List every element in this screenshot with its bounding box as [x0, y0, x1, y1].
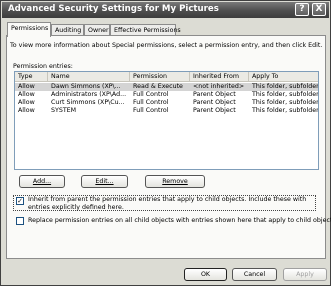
permission-entries-list[interactable]: Type Name Permission Inherited From Appl…: [14, 71, 319, 170]
window-title: Advanced Security Settings for My Pictur…: [8, 4, 219, 14]
cell-permission: Full Control: [133, 99, 169, 106]
table-row[interactable]: Allow Administrators (XP\Ad... Full Cont…: [15, 91, 318, 99]
cell-permission: Read & Execute: [133, 83, 183, 90]
column-header-apply-to[interactable]: Apply To: [249, 72, 318, 82]
advanced-security-dialog: Advanced Security Settings for My Pictur…: [0, 0, 331, 286]
title-bar[interactable]: Advanced Security Settings for My Pictur…: [2, 2, 329, 18]
cell-type: Allow: [18, 99, 35, 106]
cell-name: Curt Simmons (XP\Cu...: [51, 99, 125, 106]
table-row[interactable]: Allow Dawn Simmons (XP\... Read & Execut…: [15, 83, 318, 91]
cell-apply-to: This folder, subfolders...: [252, 107, 318, 114]
close-icon[interactable]: X: [312, 3, 326, 16]
table-row[interactable]: Allow Curt Simmons (XP\Cu... Full Contro…: [15, 99, 318, 107]
apply-button[interactable]: Apply: [283, 268, 327, 281]
cell-permission: Full Control: [133, 91, 169, 98]
cell-permission: Full Control: [133, 107, 169, 114]
cell-inherited-from: <not inherited>: [193, 83, 245, 90]
cell-name: SYSTEM: [51, 107, 77, 114]
add-button-label: Add...: [32, 178, 52, 185]
cancel-button[interactable]: Cancel: [232, 268, 277, 281]
remove-button[interactable]: Remove: [145, 175, 205, 188]
cell-type: Allow: [18, 83, 35, 90]
help-icon[interactable]: ?: [295, 3, 309, 16]
cell-type: Allow: [18, 107, 35, 114]
cell-inherited-from: Parent Object: [193, 99, 236, 106]
cell-type: Allow: [18, 91, 35, 98]
info-text: To view more information about Special p…: [10, 42, 323, 49]
tab-permissions[interactable]: Permissions: [7, 22, 51, 37]
column-header-permission[interactable]: Permission: [130, 72, 190, 82]
table-row[interactable]: Allow SYSTEM Full Control Parent Object …: [15, 107, 318, 115]
permission-entries-label: Permission entries:: [13, 63, 73, 70]
cell-name: Dawn Simmons (XP\...: [51, 83, 121, 90]
ok-button[interactable]: OK: [184, 268, 227, 281]
replace-checkbox-label[interactable]: Replace permission entries on all child …: [28, 217, 331, 225]
cell-apply-to: This folder, subfolders...: [252, 99, 318, 106]
cell-apply-to: This folder, subfolders...: [252, 83, 318, 90]
cell-apply-to: This folder, subfolders...: [252, 91, 318, 98]
column-header-type[interactable]: Type: [15, 72, 48, 82]
cell-inherited-from: Parent Object: [193, 107, 236, 114]
cell-inherited-from: Parent Object: [193, 91, 236, 98]
edit-button-label: Edit...: [95, 178, 114, 185]
remove-button-label: Remove: [162, 178, 188, 185]
inherit-checkbox[interactable]: ✓: [16, 197, 24, 205]
cell-name: Administrators (XP\Ad...: [51, 91, 127, 98]
replace-checkbox[interactable]: [16, 217, 24, 225]
inherit-checkbox-label[interactable]: Inherit from parent the permission entri…: [28, 196, 315, 211]
edit-button[interactable]: Edit...: [81, 175, 128, 188]
column-header-inherited-from[interactable]: Inherited From: [190, 72, 249, 82]
add-button[interactable]: Add...: [19, 175, 65, 188]
column-header-name[interactable]: Name: [48, 72, 130, 82]
